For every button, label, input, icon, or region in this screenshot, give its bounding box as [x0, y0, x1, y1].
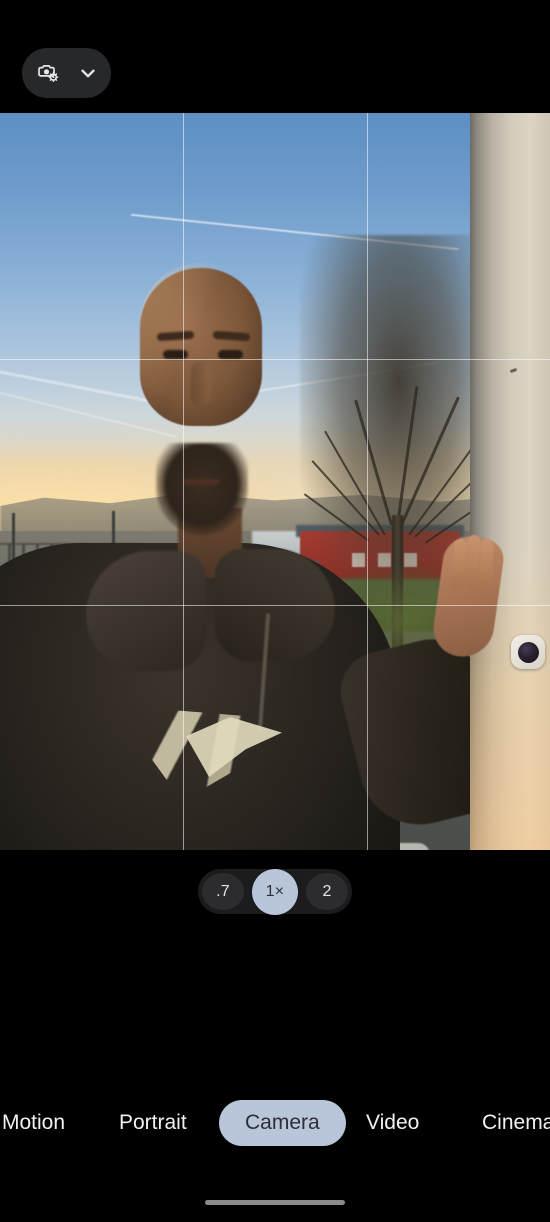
mode-cinema[interactable]: Cinema — [482, 1100, 550, 1146]
mode-carousel[interactable]: Motion Portrait Camera Video Cinema — [0, 1100, 550, 1150]
scene-person-eye — [218, 350, 243, 359]
scene-person — [0, 113, 550, 850]
scene-person-hood — [86, 551, 206, 671]
scene-person-mouth — [183, 479, 219, 485]
home-indicator[interactable] — [205, 1200, 345, 1205]
camera-app-screen: .7 1× 2 Motion Portrait Camera Video Cin… — [0, 0, 550, 1222]
camera-settings-button[interactable] — [22, 48, 111, 98]
shutter-row — [0, 955, 550, 1065]
zoom-selector[interactable]: .7 1× 2 — [198, 868, 352, 915]
zoom-option-1x[interactable]: 1× — [252, 868, 298, 915]
zoom-option-0.7[interactable]: .7 — [202, 873, 244, 910]
scene-person-nose — [191, 361, 211, 406]
zoom-option-2x[interactable]: 2 — [306, 873, 348, 910]
scene-person-eye — [163, 350, 188, 359]
scene-camera-dome-lens — [518, 642, 539, 663]
scene-person-beard — [156, 443, 248, 535]
chevron-down-icon — [77, 62, 99, 84]
camera-settings-icon — [35, 61, 61, 85]
scene-person-hood — [215, 549, 335, 661]
mode-portrait[interactable]: Portrait — [119, 1100, 187, 1146]
mode-video[interactable]: Video — [366, 1100, 419, 1146]
scene-person-finger — [479, 538, 494, 590]
top-bar — [0, 0, 550, 113]
viewfinder-preview[interactable] — [0, 113, 550, 850]
camera-preview-scene — [0, 113, 550, 850]
mode-motion[interactable]: Motion — [2, 1100, 65, 1146]
mode-camera[interactable]: Camera — [219, 1100, 346, 1146]
